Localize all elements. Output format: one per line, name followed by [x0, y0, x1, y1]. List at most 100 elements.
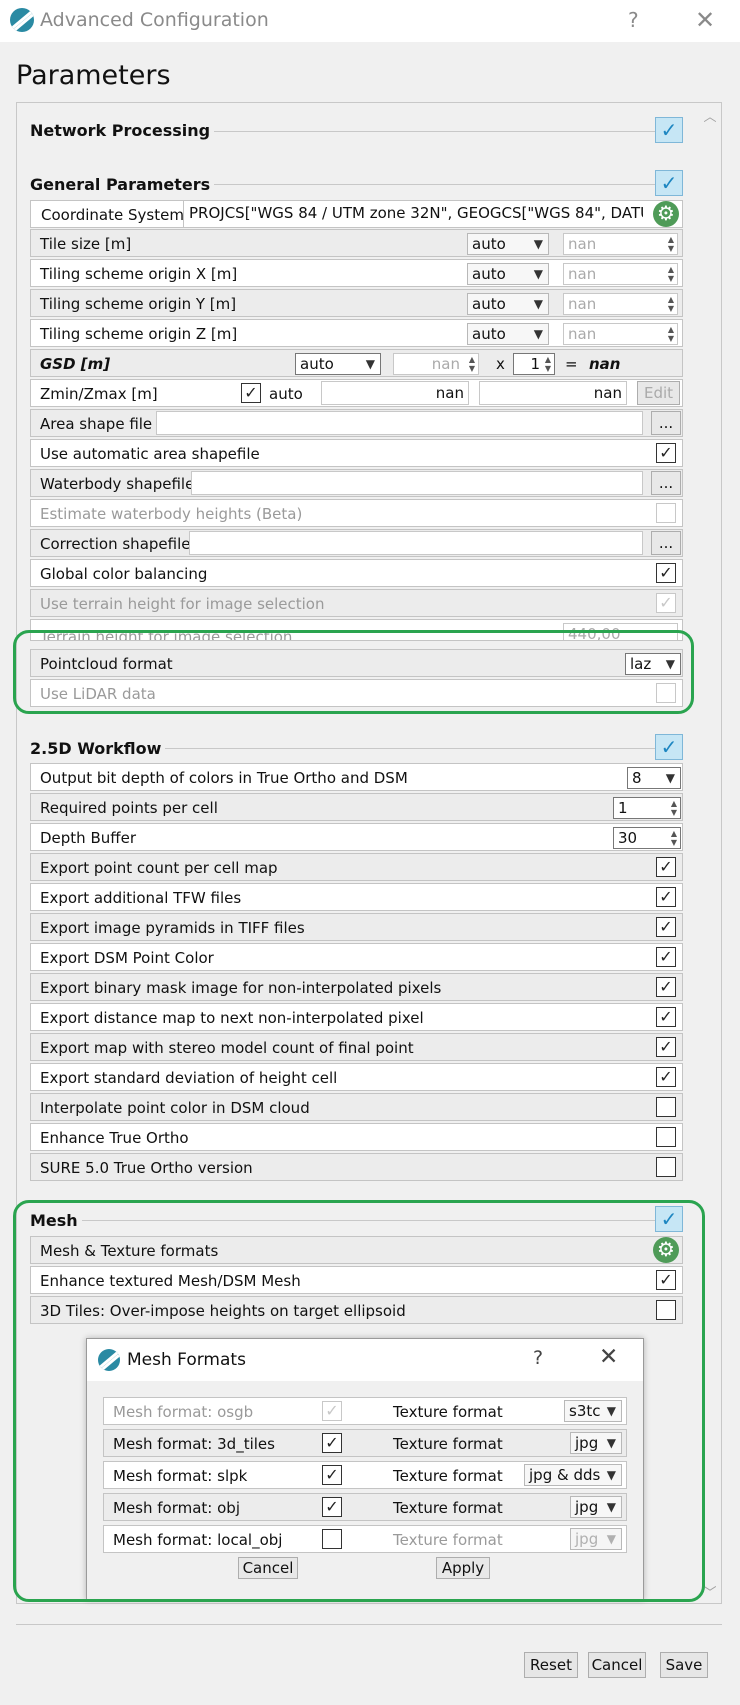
chevron-down-icon: ▼ — [533, 267, 543, 281]
origin-y-label: Tiling scheme origin Y [m] — [40, 295, 237, 313]
workflow-checkbox[interactable] — [656, 1097, 676, 1117]
tile-size-spinbox[interactable]: nan ▲ ▼ — [563, 233, 678, 255]
coordinate-system-row: Coordinate System PROJCS["WGS 84 / UTM z… — [30, 200, 683, 228]
section-2-5d-workflow: 2.5D Workflow — [30, 739, 166, 758]
workflow-checkbox[interactable] — [656, 1157, 676, 1177]
workflow-checkbox[interactable]: ✓ — [656, 857, 676, 877]
origin-y-spinbox[interactable]: nan ▲ ▼ — [563, 293, 678, 315]
cancel-button[interactable]: Cancel — [588, 1652, 646, 1678]
depth-buffer-row: Depth Buffer 30 ▲ ▼ — [30, 823, 683, 851]
general-parameters-toggle[interactable]: ✓ — [655, 170, 683, 196]
coordinate-system-field[interactable]: PROJCS["WGS 84 / UTM zone 32N", GEOGCS["… — [185, 202, 643, 227]
origin-x-spinbox[interactable]: nan ▲ ▼ — [563, 263, 678, 285]
workflow-check-row: Export standard deviation of height cell… — [30, 1063, 683, 1091]
correction-field[interactable] — [189, 531, 643, 555]
workflow-check-label: Export additional TFW files — [40, 889, 242, 907]
waterbody-heights-label: Estimate waterbody heights (Beta) — [40, 505, 303, 523]
coordinate-system-label: Coordinate System — [41, 206, 184, 224]
workflow-checkbox[interactable]: ✓ — [656, 917, 676, 937]
color-balancing-label: Global color balancing — [40, 565, 208, 583]
app-logo-icon — [10, 8, 34, 32]
chevron-down-icon: ▼ — [533, 327, 543, 341]
terrain-selection-label: Use terrain height for image selection — [40, 595, 325, 613]
zminmax-edit-button[interactable]: Edit — [637, 381, 680, 405]
points-per-cell-row: Required points per cell 1 ▲ ▼ — [30, 793, 683, 821]
origin-z-label: Tiling scheme origin Z [m] — [40, 325, 238, 343]
save-button[interactable]: Save — [660, 1652, 708, 1678]
workflow-check-row: Export distance map to next non-interpol… — [30, 1003, 683, 1031]
auto-area-checkbox[interactable]: ✓ — [656, 443, 676, 463]
workflow-checkbox[interactable]: ✓ — [656, 947, 676, 967]
area-shape-field[interactable] — [156, 411, 643, 435]
workflow-check-row: Export DSM Point Color ✓ — [30, 943, 683, 971]
waterbody-heights-row: Estimate waterbody heights (Beta) — [30, 499, 683, 527]
gsd-spinbox[interactable]: nan ▲ ▼ — [393, 353, 479, 375]
depth-buffer-label: Depth Buffer — [40, 829, 136, 847]
workflow-check-label: Enhance True Ortho — [40, 1129, 189, 1147]
gsd-row: GSD [m] auto ▼ nan ▲ ▼ x 1 ▲ ▼ = nan — [30, 349, 683, 377]
origin-x-mode-select[interactable]: auto ▼ — [467, 263, 549, 285]
workflow-checkbox[interactable]: ✓ — [656, 1007, 676, 1027]
tile-size-row: Tile size [m] auto ▼ nan ▲ ▼ — [30, 229, 683, 257]
mesh-highlight-box — [13, 1200, 705, 1602]
pointcloud-highlight-box — [13, 630, 694, 714]
reset-button[interactable]: Reset — [524, 1652, 578, 1678]
workflow-check-row: Interpolate point color in DSM cloud — [30, 1093, 683, 1121]
depth-buffer-spinbox[interactable]: 30 ▲ ▼ — [613, 827, 681, 849]
terrain-selection-checkbox[interactable]: ✓ — [656, 593, 676, 613]
correction-label: Correction shapefile — [40, 535, 191, 553]
workflow-check-label: Interpolate point color in DSM cloud — [40, 1099, 310, 1117]
window-title: Advanced Configuration — [40, 9, 269, 31]
correction-browse-button[interactable]: ... — [651, 531, 681, 555]
zmin-field[interactable]: nan — [321, 381, 469, 405]
waterbody-row: Waterbody shapefile ... — [30, 469, 683, 497]
points-per-cell-spinbox[interactable]: 1 ▲ ▼ — [613, 797, 681, 819]
workflow-checkbox[interactable]: ✓ — [656, 1037, 676, 1057]
gsd-mode-select[interactable]: auto ▼ — [295, 353, 381, 375]
section-network-processing: Network Processing — [30, 121, 215, 140]
coordinate-system-gear-icon[interactable]: ⚙ — [653, 201, 679, 227]
workflow-check-label: Export DSM Point Color — [40, 949, 214, 967]
color-balancing-checkbox[interactable]: ✓ — [656, 563, 676, 583]
workflow-check-row: Enhance True Ortho — [30, 1123, 683, 1151]
bit-depth-select[interactable]: 8 ▼ — [627, 767, 681, 789]
origin-z-mode-select[interactable]: auto ▼ — [467, 323, 549, 345]
network-processing-toggle[interactable]: ✓ — [655, 117, 683, 143]
workflow-check-row: Export point count per cell map ✓ — [30, 853, 683, 881]
workflow-check-row: Export additional TFW files ✓ — [30, 883, 683, 911]
zminmax-label: Zmin/Zmax [m] — [40, 385, 158, 403]
workflow-check-row: Export binary mask image for non-interpo… — [30, 973, 683, 1001]
workflow-checkbox[interactable]: ✓ — [656, 977, 676, 997]
workflow-check-label: SURE 5.0 True Ortho version — [40, 1159, 253, 1177]
close-button[interactable]: ✕ — [695, 6, 715, 34]
zminmax-auto-checkbox[interactable]: ✓ — [241, 383, 261, 403]
chevron-down-icon: ▼ — [365, 357, 375, 371]
origin-x-label: Tiling scheme origin X [m] — [40, 265, 238, 283]
zmax-field[interactable]: nan — [479, 381, 627, 405]
page-title: Parameters — [16, 60, 171, 91]
origin-z-spinbox[interactable]: nan ▲ ▼ — [563, 323, 678, 345]
waterbody-browse-button[interactable]: ... — [651, 471, 681, 495]
workflow-check-label: Export distance map to next non-interpol… — [40, 1009, 424, 1027]
help-button[interactable]: ? — [628, 8, 639, 32]
origin-y-mode-select[interactable]: auto ▼ — [467, 293, 549, 315]
area-shape-row: Area shape file ... — [30, 409, 683, 437]
auto-area-row: Use automatic area shapefile ✓ — [30, 439, 683, 467]
waterbody-field[interactable] — [191, 471, 643, 495]
workflow-toggle[interactable]: ✓ — [655, 734, 683, 760]
tile-size-mode-select[interactable]: auto ▼ — [467, 233, 549, 255]
workflow-checkbox[interactable]: ✓ — [656, 1067, 676, 1087]
gsd-equals: = — [565, 355, 578, 373]
scroll-up-icon[interactable]: ︿ — [700, 108, 720, 128]
area-shape-label: Area shape file — [40, 415, 153, 433]
area-shape-browse-button[interactable]: ... — [651, 411, 681, 435]
workflow-checkbox[interactable] — [656, 1127, 676, 1147]
zminmax-auto-label: auto — [269, 385, 303, 403]
waterbody-heights-checkbox[interactable] — [656, 503, 676, 523]
bit-depth-label: Output bit depth of colors in True Ortho… — [40, 769, 408, 787]
workflow-check-label: Export image pyramids in TIFF files — [40, 919, 305, 937]
gsd-factor-spinbox[interactable]: 1 ▲ ▼ — [513, 353, 555, 375]
chevron-down-icon: ▼ — [665, 771, 675, 785]
workflow-check-row: SURE 5.0 True Ortho version — [30, 1153, 683, 1181]
workflow-checkbox[interactable]: ✓ — [656, 887, 676, 907]
